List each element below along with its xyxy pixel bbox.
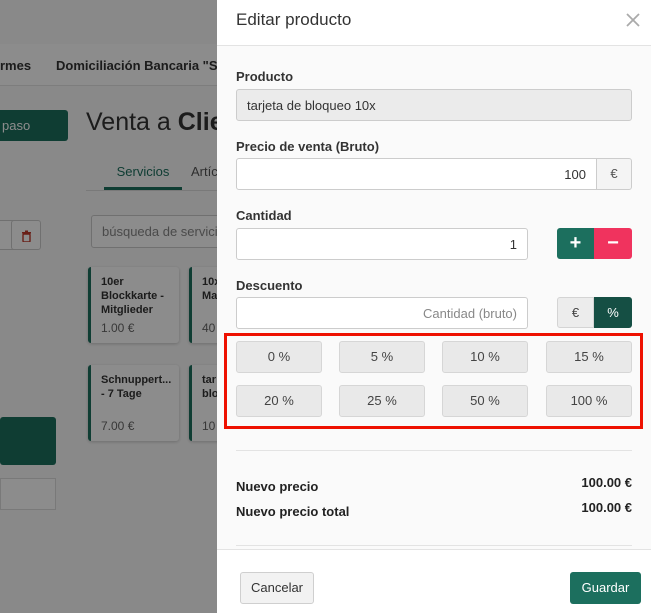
- modal-header: Editar producto: [217, 0, 651, 46]
- percent-preset-100[interactable]: 100 %: [546, 385, 632, 417]
- percent-preset-15[interactable]: 15 %: [546, 341, 632, 373]
- discount-input[interactable]: Cantidad (bruto): [236, 297, 528, 329]
- quantity-input[interactable]: 1: [236, 228, 528, 260]
- price-label: Precio de venta (Bruto): [236, 139, 380, 154]
- percent-preset-10[interactable]: 10 %: [442, 341, 528, 373]
- cancel-button[interactable]: Cancelar: [240, 572, 314, 604]
- summary-divider-top: [236, 450, 632, 451]
- modal-title: Editar producto: [236, 10, 352, 29]
- percent-preset-5[interactable]: 5 %: [339, 341, 425, 373]
- product-label: Producto: [236, 69, 294, 84]
- new-price-value: 100.00 €: [581, 475, 632, 490]
- product-field: tarjeta de bloqueo 10x: [236, 89, 632, 121]
- edit-product-modal: Editar producto Producto tarjeta de bloq…: [217, 0, 651, 613]
- quantity-increase-button[interactable]: +: [557, 228, 594, 259]
- price-input[interactable]: 100: [236, 158, 597, 190]
- summary-divider-bottom: [236, 545, 632, 546]
- discount-placeholder: Cantidad (bruto): [423, 306, 517, 321]
- discount-mode-euro-button[interactable]: €: [557, 297, 594, 328]
- new-price-label: Nuevo precio: [236, 479, 319, 494]
- discount-mode-percent-button[interactable]: %: [594, 297, 632, 328]
- percent-preset-25[interactable]: 25 %: [339, 385, 425, 417]
- discount-label: Descuento: [236, 278, 303, 293]
- new-total-label: Nuevo precio total: [236, 504, 350, 519]
- close-button[interactable]: [622, 9, 644, 31]
- plus-icon: +: [569, 232, 582, 254]
- close-icon: [626, 13, 640, 27]
- save-button[interactable]: Guardar: [570, 572, 641, 604]
- percent-preset-0[interactable]: 0 %: [236, 341, 322, 373]
- quantity-decrease-button[interactable]: −: [594, 228, 632, 259]
- percent-preset-50[interactable]: 50 %: [442, 385, 528, 417]
- quantity-value: 1: [509, 237, 517, 252]
- new-total-value: 100.00 €: [581, 500, 632, 515]
- price-currency-addon: €: [596, 158, 632, 190]
- price-value: 100: [564, 167, 586, 182]
- quantity-label: Cantidad: [236, 208, 292, 223]
- product-value: tarjeta de bloqueo 10x: [247, 98, 376, 113]
- percent-preset-20[interactable]: 20 %: [236, 385, 322, 417]
- minus-icon: −: [607, 232, 619, 254]
